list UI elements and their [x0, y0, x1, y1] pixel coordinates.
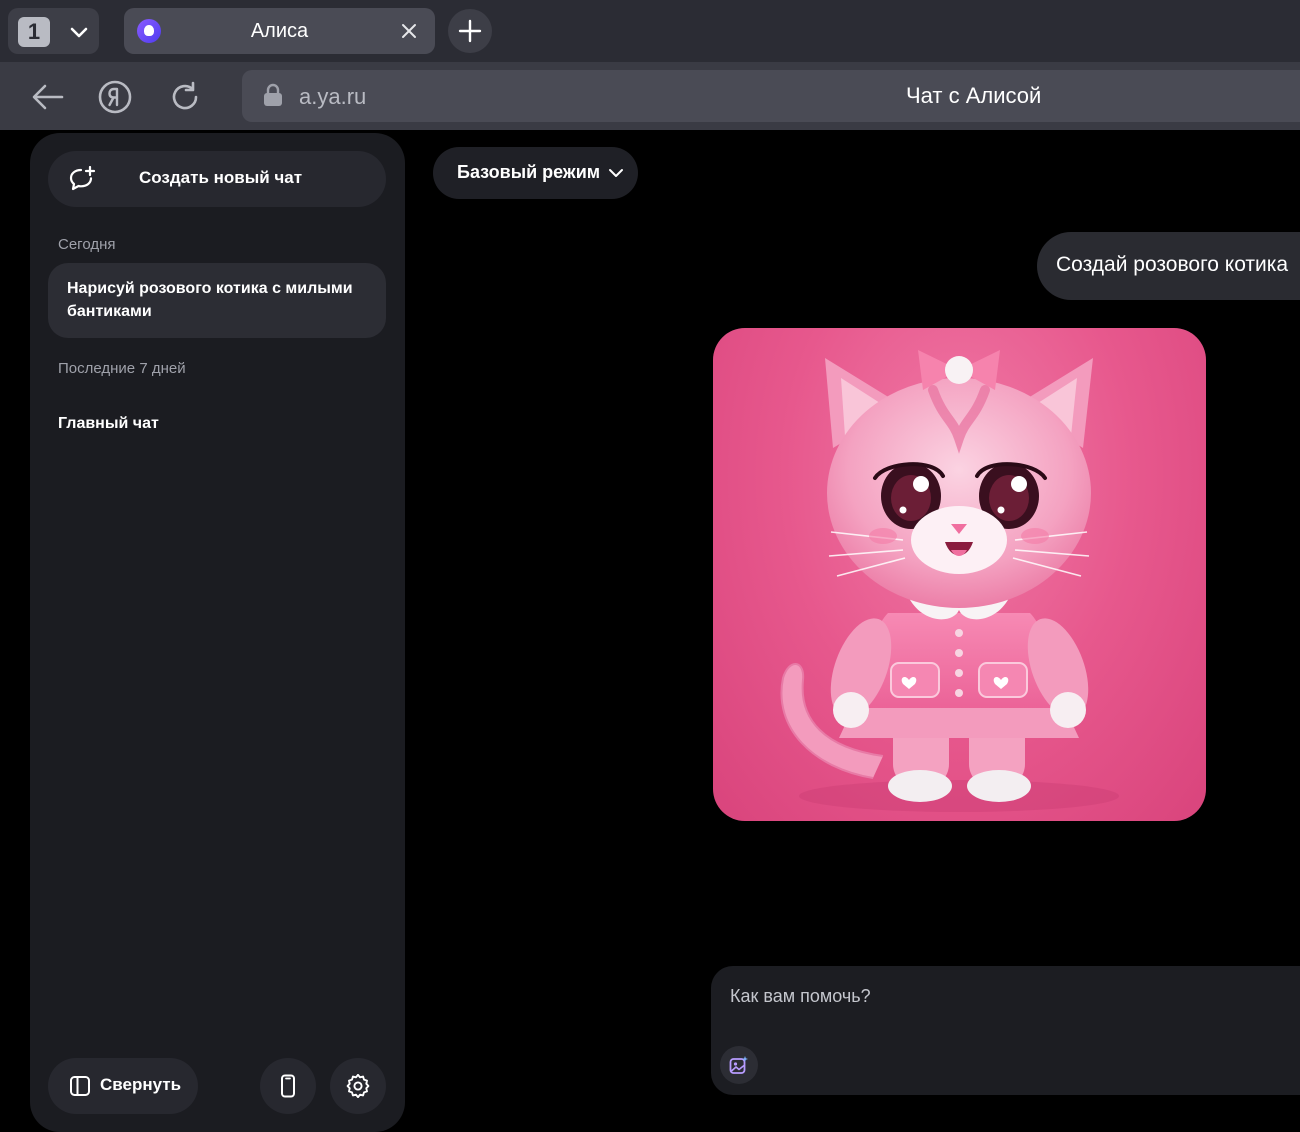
page-title: Чат с Алисой: [906, 83, 1042, 108]
message-input[interactable]: [730, 986, 1290, 1007]
chevron-down-icon: [609, 169, 623, 177]
image-sparkle-icon: [729, 1056, 748, 1074]
browser-tab-alice[interactable]: Алиса: [124, 8, 435, 54]
new-tab-button[interactable]: [448, 9, 492, 53]
chat-history-item[interactable]: Нарисуй розового котика с милыми бантика…: [48, 263, 386, 338]
attach-image-button[interactable]: [720, 1046, 758, 1084]
section-label-last-7-days: Последние 7 дней: [58, 360, 186, 377]
chat-history-item-label: Нарисуй розового котика с милыми бантика…: [67, 280, 353, 320]
chat-history-item-main[interactable]: Главный чат: [58, 415, 159, 433]
settings-button[interactable]: [330, 1058, 386, 1114]
mode-label: Базовый режим: [457, 162, 601, 182]
reload-icon[interactable]: [167, 79, 203, 115]
user-message-bubble: Создай розового котика: [1037, 232, 1300, 300]
mobile-app-button[interactable]: [260, 1058, 316, 1114]
url-text: a.ya.ru: [299, 84, 367, 109]
chevron-down-icon: [70, 27, 88, 38]
tab-counter-button[interactable]: 1: [8, 8, 99, 54]
gear-icon: [346, 1074, 370, 1098]
plus-icon: [458, 19, 482, 43]
browser-tabstrip: 1 Алиса: [0, 0, 1300, 62]
new-chat-icon: [69, 166, 96, 191]
generated-image-pink-kitten[interactable]: [713, 328, 1206, 821]
lock-icon: [264, 83, 282, 106]
yandex-icon[interactable]: [97, 79, 133, 115]
message-composer: [711, 966, 1300, 1095]
back-arrow-icon[interactable]: [30, 79, 66, 115]
close-icon[interactable]: [398, 20, 420, 42]
tab-title: Алиса: [250, 20, 309, 42]
phone-icon: [281, 1074, 295, 1098]
collapse-label: Свернуть: [100, 1075, 182, 1094]
address-bar[interactable]: a.ya.ru Чат с Алисой: [242, 70, 1300, 122]
chat-sidebar: Создать новый чат Сегодня Нарисуй розово…: [30, 133, 405, 1132]
browser-toolbar: a.ya.ru Чат с Алисой: [0, 62, 1300, 130]
mode-selector[interactable]: Базовый режим: [433, 147, 638, 199]
sidebar-collapse-icon: [70, 1076, 90, 1096]
new-chat-label: Создать новый чат: [139, 168, 303, 187]
new-chat-button[interactable]: Создать новый чат: [48, 151, 386, 207]
collapse-sidebar-button[interactable]: Свернуть: [48, 1058, 198, 1114]
section-label-today: Сегодня: [58, 236, 116, 253]
alice-favicon-icon: [137, 19, 161, 43]
user-message-text: Создай розового котика: [1056, 253, 1289, 276]
pink-kitten-illustration: [780, 350, 1119, 812]
tab-count-badge: 1: [18, 17, 50, 47]
